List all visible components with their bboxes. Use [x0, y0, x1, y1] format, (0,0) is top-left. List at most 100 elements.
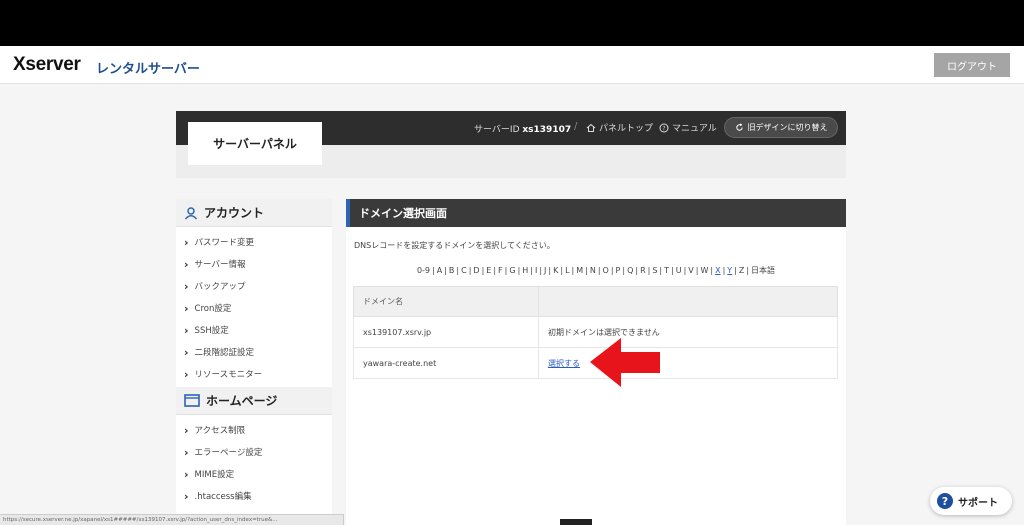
logo-subtitle: レンタルサーバー — [96, 62, 200, 77]
alpha-index-item[interactable]: R — [640, 266, 646, 275]
server-panel-header: サーバーパネル サーバーID xs139107 / パネルトップ ? マニュアル… — [176, 111, 846, 178]
home-icon — [586, 123, 596, 132]
alpha-index-item[interactable]: Q — [627, 266, 633, 275]
alpha-index-item[interactable]: G — [509, 266, 515, 275]
sidebar-item-cron[interactable]: Cron設定 — [176, 297, 332, 319]
sidebar-item-password[interactable]: パスワード変更 — [176, 231, 332, 253]
alpha-separator: | — [635, 266, 639, 275]
alpha-separator: | — [683, 266, 687, 275]
alpha-separator: | — [468, 266, 472, 275]
alpha-index-item[interactable]: E — [486, 266, 491, 275]
red-arrow-annotation — [590, 338, 660, 387]
sidebar-heading-label: アカウント — [204, 206, 265, 220]
browser-viewport: Xserver レンタルサーバー ログアウト サーバーパネル サーバーID xs… — [0, 46, 1024, 525]
alpha-separator: | — [622, 266, 626, 275]
alpha-index-item[interactable]: L — [565, 266, 569, 275]
alpha-separator: | — [517, 266, 521, 275]
alpha-separator: | — [444, 266, 447, 275]
alpha-index-item[interactable]: D — [473, 266, 479, 275]
sidebar-item-access-restriction[interactable]: アクセス制限 — [176, 419, 332, 441]
support-button[interactable]: ? サポート — [930, 487, 1012, 515]
alpha-separator: | — [695, 266, 699, 275]
logout-button[interactable]: ログアウト — [934, 53, 1010, 77]
alpha-index-item[interactable]: M — [576, 266, 583, 275]
alpha-separator: | — [610, 266, 614, 275]
alpha-index-item[interactable]: K — [553, 266, 558, 275]
alpha-index-item[interactable]: C — [461, 266, 467, 275]
top-header: Xserver レンタルサーバー ログアウト — [0, 46, 1024, 84]
alpha-index-item[interactable]: S — [652, 266, 657, 275]
alpha-index-item[interactable]: Z — [739, 266, 744, 275]
monitor-icon — [184, 394, 200, 407]
column-header-domain: ドメイン名 — [353, 286, 539, 317]
header-separator: / — [574, 121, 578, 132]
alpha-separator: | — [432, 266, 435, 275]
domain-cell: xs139107.xsrv.jp — [353, 316, 539, 348]
alpha-index-item[interactable]: T — [664, 266, 669, 275]
old-design-label: 旧デザインに切り替え — [747, 123, 828, 132]
manual-label: マニュアル — [672, 124, 717, 134]
alpha-separator: | — [585, 266, 588, 275]
alpha-separator: | — [746, 266, 750, 275]
sidebar-heading-account: アカウント — [176, 199, 332, 227]
manual-link[interactable]: ? マニュアル — [659, 121, 717, 134]
user-icon — [184, 206, 198, 220]
help-circle-icon: ? — [659, 123, 669, 132]
action-cell-disabled: 初期ドメインは選択できません — [538, 316, 838, 348]
panel-top-label: パネルトップ — [599, 124, 654, 134]
sidebar-item-htaccess[interactable]: .htaccess編集 — [176, 485, 332, 507]
server-panel-tab[interactable]: サーバーパネル — [188, 122, 322, 165]
alpha-index-item[interactable]: A — [437, 266, 442, 275]
alpha-separator: | — [671, 266, 674, 275]
alpha-index-item[interactable]: B — [449, 266, 455, 275]
sidebar-heading-homepage: ホームページ — [176, 387, 332, 415]
alpha-index-item[interactable]: W — [700, 266, 708, 275]
alpha-index-item[interactable]: V — [688, 266, 693, 275]
alpha-separator: | — [481, 266, 485, 275]
alpha-separator: | — [659, 266, 663, 275]
alpha-separator: | — [571, 266, 575, 275]
alpha-index-item[interactable]: F — [498, 266, 503, 275]
xserver-logo[interactable]: Xserver — [13, 54, 81, 76]
select-domain-link[interactable]: 選択する — [548, 359, 580, 368]
sidebar-item-two-factor[interactable]: 二段階認証設定 — [176, 341, 332, 363]
sidebar-item-mime[interactable]: MIME設定 — [176, 463, 332, 485]
sidebar-item-ssh[interactable]: SSH設定 — [176, 319, 332, 341]
alpha-separator: | — [504, 266, 508, 275]
alpha-separator: | — [597, 266, 601, 275]
support-label: サポート — [958, 497, 998, 509]
alpha-separator: | — [710, 266, 714, 275]
alpha-index-item[interactable]: H — [522, 266, 528, 275]
domain-cell: yawara-create.net — [353, 347, 539, 379]
alpha-index-item[interactable]: X — [715, 266, 720, 275]
sidebar-item-error-page[interactable]: エラーページ設定 — [176, 441, 332, 463]
server-id-value: xs139107 — [522, 125, 572, 135]
sidebar-item-resource-monitor[interactable]: リソースモニター — [176, 363, 332, 385]
status-url-bar: https://secure.xserver.ne.jp/xapanel/xs1… — [0, 514, 344, 525]
server-id: サーバーID xs139107 — [474, 122, 571, 135]
alpha-separator: | — [560, 266, 564, 275]
alpha-index-item[interactable]: U — [676, 266, 682, 275]
alpha-index-item[interactable]: 0-9 — [417, 266, 430, 275]
alpha-index-item[interactable]: Y — [727, 266, 732, 275]
alpha-index-item[interactable]: 日本語 — [751, 266, 775, 275]
sidebar-heading-label: ホームページ — [206, 394, 278, 408]
server-id-label: サーバーID — [474, 125, 520, 135]
alpha-index-item[interactable]: O — [603, 266, 609, 275]
alpha-index-item[interactable]: N — [590, 266, 596, 275]
svg-text:?: ? — [662, 125, 665, 132]
old-design-button[interactable]: 旧デザインに切り替え — [724, 117, 838, 138]
action-cell: 選択する — [538, 347, 838, 379]
alpha-separator: | — [548, 266, 552, 275]
alpha-index-item[interactable]: I — [535, 266, 537, 275]
page-title: ドメイン選択画面 — [346, 199, 846, 227]
alpha-separator: | — [734, 266, 737, 275]
alpha-index-item[interactable]: P — [616, 266, 621, 275]
refresh-icon — [735, 123, 743, 131]
sidebar-item-server-info[interactable]: サーバー情報 — [176, 253, 332, 275]
alpha-separator: | — [493, 266, 497, 275]
sidebar-item-backup[interactable]: バックアップ — [176, 275, 332, 297]
alpha-separator: | — [530, 266, 533, 275]
panel-top-link[interactable]: パネルトップ — [586, 121, 653, 134]
alpha-index-item[interactable]: J — [544, 266, 546, 275]
